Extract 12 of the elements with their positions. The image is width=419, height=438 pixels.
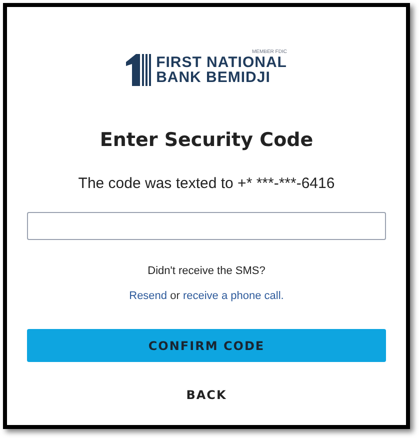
logo-text: BANK BEMIDJI [156, 70, 270, 86]
page-title: Enter Security Code [100, 128, 314, 153]
logo-text: FIRST NATIONAL [156, 55, 287, 70]
phone-call-link[interactable]: receive a phone call. [182, 290, 284, 302]
resend-options-text: Resend or receive a phone call. [129, 288, 284, 304]
back-button[interactable]: BACK [178, 382, 235, 408]
logo-icon [126, 54, 152, 86]
message-text: The code was texted to +* ***-***-6416 [78, 174, 335, 194]
sms-question-text: Didn't receive the SMS? [148, 264, 266, 279]
code-input-field[interactable] [27, 212, 386, 240]
confirm-button[interactable]: CONFIRM CODE [27, 329, 386, 362]
resend-link[interactable]: Resend [129, 290, 168, 302]
